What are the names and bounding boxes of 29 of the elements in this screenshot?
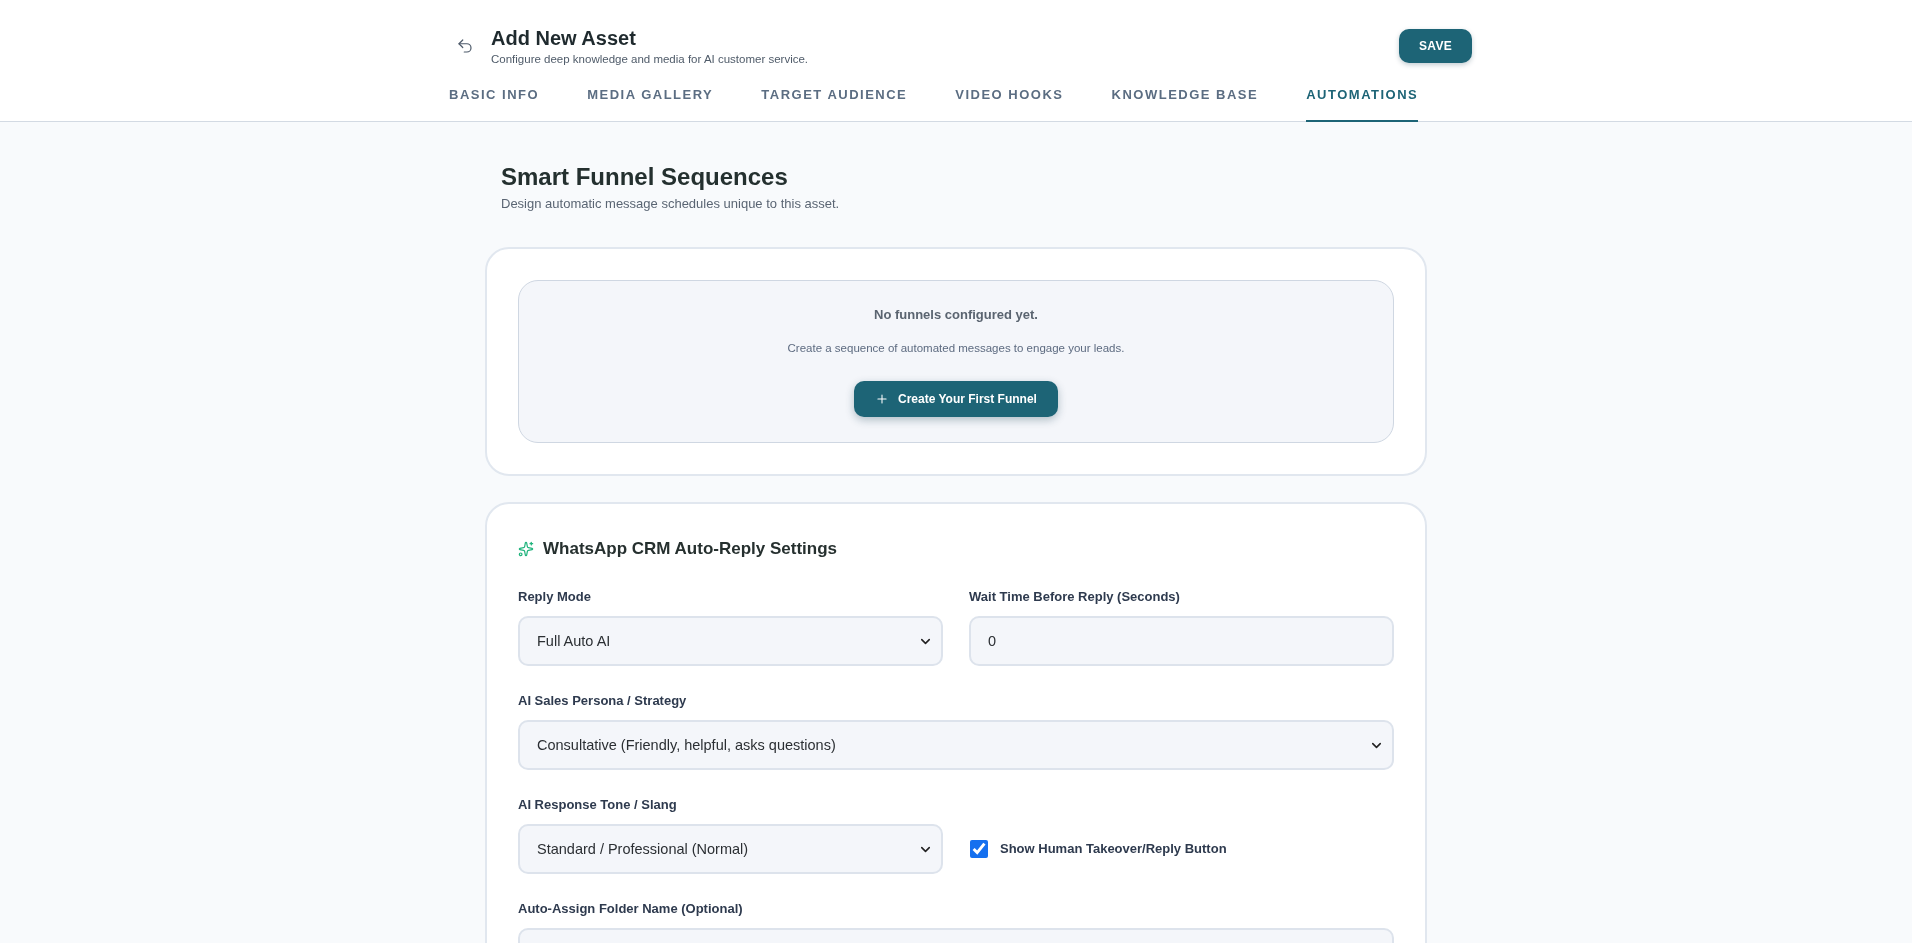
dropdown-select[interactable]: Full Auto AI	[518, 616, 943, 666]
checkbox-label: Show Human Takeover/Reply Button	[1000, 840, 1227, 858]
field-label: AI Sales Persona / Strategy	[518, 692, 688, 710]
field-label: AI Response Tone / Slang	[518, 796, 678, 814]
field-label: Wait Time Before Reply (Seconds)	[969, 588, 1181, 606]
tab[interactable]: AUTOMATIONS	[1306, 80, 1419, 122]
field-label: Auto-Assign Folder Name (Optional)	[518, 900, 744, 918]
dropdown-select[interactable]: Consultative (Friendly, helpful, asks questions)	[518, 720, 1394, 770]
save-button[interactable]: SAVE	[1399, 29, 1472, 63]
empty-state-title: No funnels configured yet.	[874, 306, 1038, 324]
tab[interactable]: MEDIA GALLERY	[587, 80, 714, 122]
empty-state-message: Create a sequence of automated messages to engage your leads.	[787, 341, 1125, 356]
tab[interactable]: TARGET AUDIENCE	[761, 80, 908, 122]
sparkle-icon	[518, 541, 534, 557]
dropdown-select[interactable]: Standard / Professional (Normal)	[518, 824, 943, 874]
tab[interactable]: VIDEO HOOKS	[955, 80, 1064, 122]
create-funnel-button[interactable]: Create Your First Funnel	[854, 381, 1058, 417]
section-title: Smart Funnel Sequences	[501, 162, 789, 192]
checkbox[interactable]	[970, 840, 988, 858]
text-input[interactable]: 0	[969, 616, 1394, 666]
tab[interactable]: KNOWLEDGE BASE	[1111, 80, 1259, 122]
card-title: WhatsApp CRM Auto-Reply Settings	[543, 538, 838, 560]
curved-arrow-icon[interactable]	[456, 37, 474, 55]
plus-icon	[875, 392, 890, 406]
page-title: Add New Asset	[491, 26, 637, 51]
page-subtitle: Configure deep knowledge and media for AI customer service.	[491, 52, 809, 67]
field-label: Reply Mode	[518, 588, 592, 606]
tab[interactable]: BASIC INFO	[449, 80, 540, 122]
section-subtitle: Design automatic message schedules unique to this asset.	[501, 195, 841, 212]
